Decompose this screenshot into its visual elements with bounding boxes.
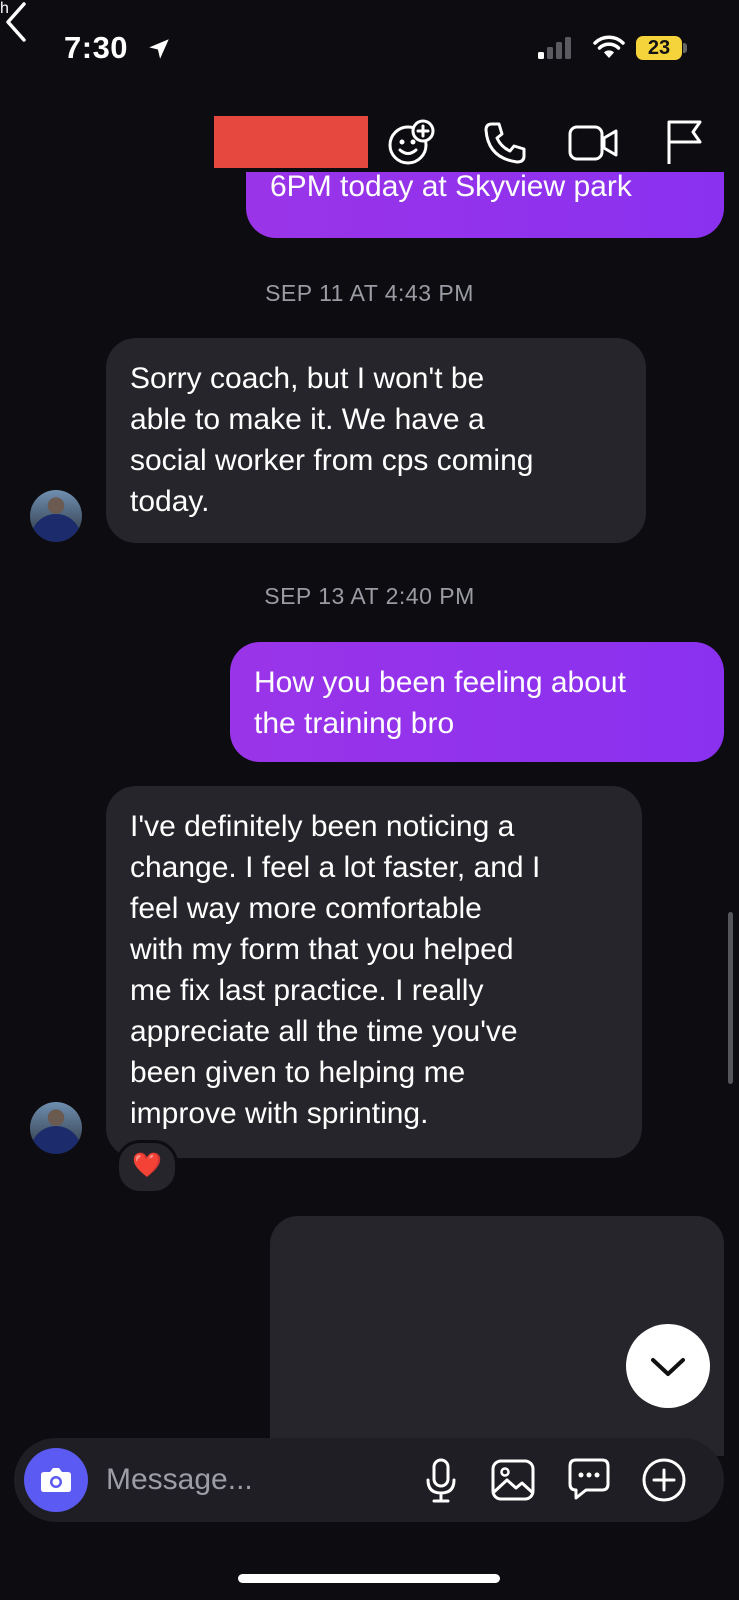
- outgoing-message[interactable]: 6PM today at Skyview park: [246, 172, 724, 238]
- outgoing-message[interactable]: How you been feeling about the training …: [230, 642, 724, 762]
- scroll-to-bottom-button[interactable]: [626, 1324, 710, 1408]
- home-indicator[interactable]: [238, 1574, 500, 1583]
- phone-icon[interactable]: [482, 120, 528, 166]
- incoming-message[interactable]: I've definitely been noticing a change. …: [106, 786, 642, 1158]
- battery-icon: 23: [636, 36, 682, 60]
- message-line: change. I feel a lot faster, and I: [130, 851, 541, 884]
- effects-icon[interactable]: [386, 118, 436, 168]
- message-text: 6PM today at Skyview park: [270, 172, 632, 203]
- sender-avatar[interactable]: [30, 490, 82, 542]
- gallery-icon[interactable]: [490, 1458, 536, 1502]
- name-redaction: [214, 116, 368, 168]
- message-line: improve with sprinting.: [130, 1097, 429, 1130]
- wifi-icon: [593, 35, 625, 58]
- message-line: I've definitely been noticing a: [130, 810, 515, 843]
- microphone-icon[interactable]: [424, 1458, 458, 1504]
- camera-icon: [41, 1468, 71, 1492]
- message-line: with my form that you helped: [130, 933, 514, 966]
- message-line: feel way more comfortable: [130, 892, 482, 925]
- message-line: the training bro: [254, 707, 455, 740]
- message-line: today.: [130, 485, 210, 518]
- status-time: 7:30: [64, 30, 129, 65]
- scrollbar[interactable]: [728, 912, 733, 1084]
- contact-name[interactable]: h: [0, 0, 9, 18]
- message-line: able to make it. We have a: [130, 403, 485, 436]
- chevron-down-icon: [651, 1358, 685, 1376]
- heart-reaction[interactable]: ❤️: [116, 1140, 178, 1194]
- timestamp: SEP 11 AT 4:43 PM: [265, 280, 474, 306]
- flag-icon[interactable]: [664, 118, 706, 166]
- message-line: How you been feeling about: [254, 666, 626, 699]
- chat-bubble-icon[interactable]: [566, 1456, 612, 1502]
- message-line: appreciate all the time you've: [130, 1015, 518, 1048]
- sender-avatar[interactable]: [30, 1102, 82, 1154]
- location-arrow-icon: [149, 39, 169, 59]
- timestamp: SEP 13 AT 2:40 PM: [264, 583, 475, 609]
- plus-circle-icon[interactable]: [640, 1456, 688, 1504]
- camera-button[interactable]: [24, 1448, 88, 1512]
- message-input[interactable]: [106, 1458, 386, 1502]
- message-line: been given to helping me: [130, 1056, 466, 1089]
- signal-icon: [538, 37, 571, 59]
- video-icon[interactable]: [568, 122, 620, 164]
- incoming-message[interactable]: Sorry coach, but I won't be able to make…: [106, 338, 646, 543]
- message-line: me fix last practice. I really: [130, 974, 484, 1007]
- battery-nub: [683, 43, 687, 53]
- message-line: social worker from cps coming: [130, 444, 534, 477]
- message-line: Sorry coach, but I won't be: [130, 362, 485, 395]
